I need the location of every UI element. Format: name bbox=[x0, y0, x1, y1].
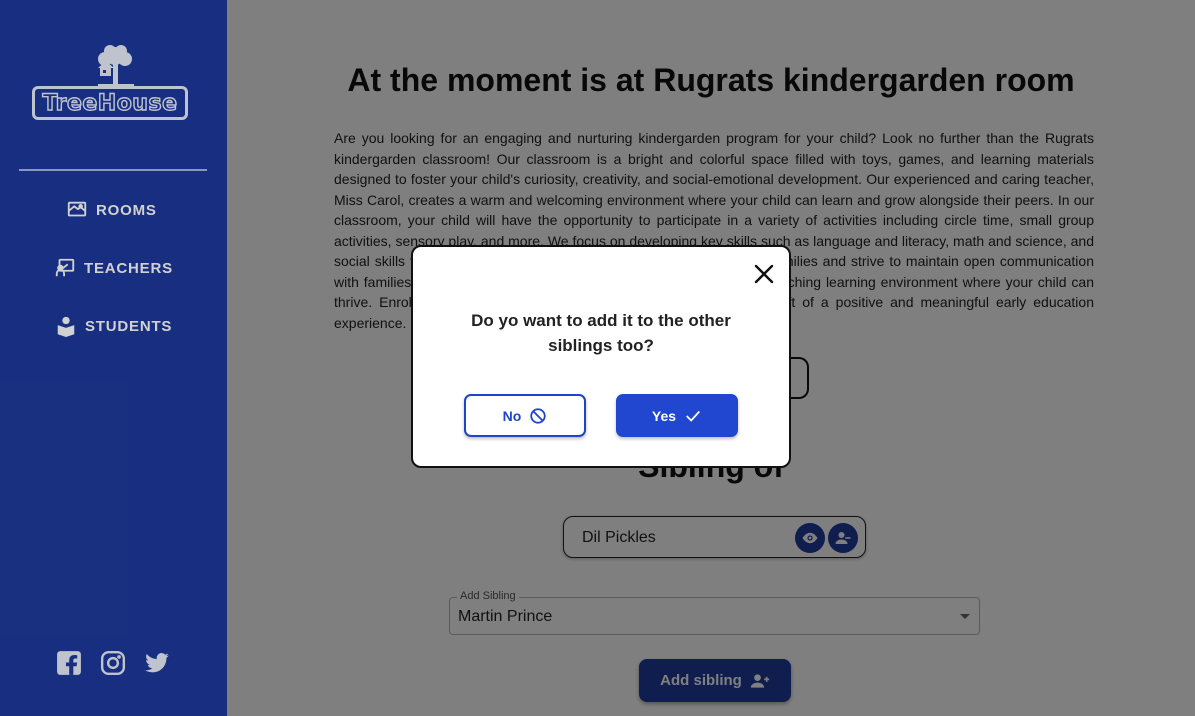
confirm-dialog: Do yo want to add it to the other siblin… bbox=[411, 245, 791, 468]
check-icon bbox=[686, 410, 701, 422]
yes-button[interactable]: Yes bbox=[616, 394, 738, 437]
dialog-message: Do yo want to add it to the other siblin… bbox=[471, 311, 731, 355]
sidebar: TreeHouse ROOMS TEACHERS STUDENTS bbox=[0, 0, 227, 716]
no-button[interactable]: No bbox=[464, 394, 586, 437]
sidebar-overlay bbox=[0, 0, 227, 716]
yes-label: Yes bbox=[651, 407, 677, 424]
block-icon bbox=[530, 407, 546, 424]
close-icon bbox=[754, 264, 774, 284]
no-label: No bbox=[502, 407, 522, 424]
close-button[interactable] bbox=[753, 263, 775, 285]
